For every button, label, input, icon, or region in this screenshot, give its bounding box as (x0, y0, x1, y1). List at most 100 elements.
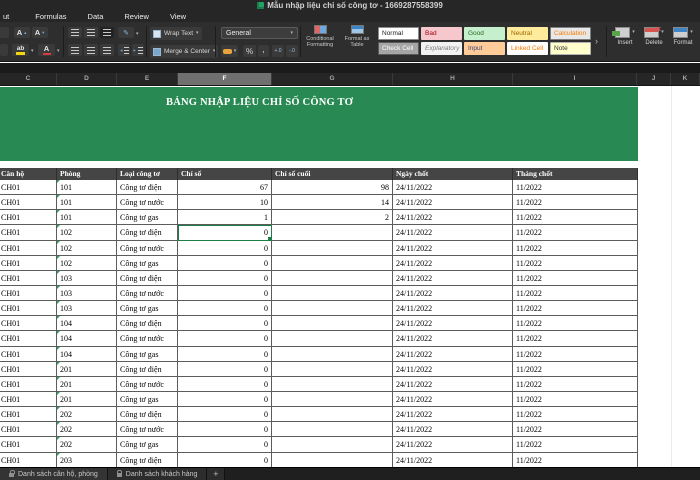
cell-reading[interactable]: 0 (178, 422, 272, 438)
cell-closing-date[interactable]: 24/11/2022 (393, 316, 513, 332)
cell-room[interactable]: 102 (57, 240, 117, 256)
increase-indent-button[interactable] (132, 44, 144, 56)
cell-final-reading[interactable] (272, 285, 393, 302)
cell-reading[interactable]: 10 (178, 195, 272, 211)
cell-meter-type[interactable]: Công tơ nước (117, 376, 178, 392)
cell-style-chip[interactable]: Good (464, 27, 505, 40)
align-top-button[interactable] (68, 27, 82, 38)
cell-final-reading[interactable]: 98 (272, 180, 393, 196)
cell-room[interactable]: 101 (57, 210, 117, 226)
table-header-cell[interactable]: Chỉ số cuối (272, 168, 393, 180)
cell-style-chip[interactable]: Explanatory T... (421, 42, 462, 55)
cell-room[interactable]: 104 (57, 346, 117, 362)
cell-meter-type[interactable]: Công tơ gas (117, 301, 178, 317)
align-left-button[interactable] (68, 44, 82, 56)
cell-reading[interactable]: 0 (178, 270, 272, 286)
sheet-grid[interactable]: BẢNG NHẬP LIỆU CHỈ SỐ CÔNG TƠ Căn hộ Phòn… (0, 86, 700, 467)
cell-apartment[interactable]: CH01 (0, 376, 57, 392)
cell-meter-type[interactable]: Công tơ điện (117, 225, 178, 241)
align-bottom-button[interactable] (100, 27, 114, 38)
cell-style-chip[interactable]: Bad (421, 27, 462, 40)
column-header[interactable]: K (671, 73, 700, 85)
cell-apartment[interactable]: CH01 (0, 225, 57, 241)
cell-reading[interactable]: 0 (178, 452, 272, 467)
menu-item[interactable]: Review (124, 12, 149, 21)
cell-room[interactable]: 201 (57, 391, 117, 408)
cell-apartment[interactable]: CH01 (0, 407, 57, 423)
cell-final-reading[interactable] (272, 407, 393, 423)
table-header-cell[interactable]: Tháng chốt (513, 168, 638, 180)
cell-reading[interactable]: 67 (178, 180, 272, 196)
cell-final-reading[interactable] (272, 316, 393, 332)
orientation-button[interactable]: ✎ (118, 27, 134, 38)
cell-apartment[interactable]: CH01 (0, 285, 57, 302)
column-header[interactable]: G (272, 73, 393, 85)
sheet-tab[interactable]: Danh sách căn hộ, phòng (0, 468, 108, 480)
cell-closing-date[interactable]: 24/11/2022 (393, 407, 513, 423)
cell-reading[interactable]: 0 (178, 331, 272, 347)
cell-reading[interactable]: 0 (178, 361, 272, 377)
cells-action-button[interactable]: Delete (641, 24, 667, 46)
cell-closing-month[interactable]: 11/2022 (513, 331, 638, 347)
cell-meter-type[interactable]: Công tơ nước (117, 285, 178, 302)
cell-meter-type[interactable]: Công tơ nước (117, 240, 178, 256)
orientation-dropdown[interactable] (136, 32, 139, 37)
cell-room[interactable]: 102 (57, 225, 117, 241)
cell-reading[interactable]: 0 (178, 346, 272, 362)
cell-closing-month[interactable]: 11/2022 (513, 452, 638, 467)
cell-closing-date[interactable]: 24/11/2022 (393, 285, 513, 302)
cell-closing-month[interactable]: 11/2022 (513, 316, 638, 332)
cell-closing-date[interactable]: 24/11/2022 (393, 376, 513, 392)
currency-button[interactable] (221, 45, 238, 57)
cell-closing-month[interactable]: 11/2022 (513, 255, 638, 271)
cell-final-reading[interactable] (272, 255, 393, 271)
cell-style-chip[interactable]: Normal (378, 27, 419, 40)
percent-button[interactable]: % (243, 45, 256, 57)
cell-closing-date[interactable]: 24/11/2022 (393, 452, 513, 467)
cell-meter-type[interactable]: Công tơ điện (117, 452, 178, 467)
align-middle-button[interactable] (84, 27, 98, 38)
increase-decimal-button[interactable]: +.0 (272, 45, 284, 57)
cell-closing-month[interactable]: 11/2022 (513, 195, 638, 211)
cell-final-reading[interactable] (272, 346, 393, 362)
cell-reading[interactable]: 1 (178, 210, 272, 226)
cell-reading[interactable]: 0 (178, 316, 272, 332)
cells-action-button[interactable]: Insert (612, 25, 638, 46)
cell-apartment[interactable]: CH01 (0, 240, 57, 256)
cell-closing-month[interactable]: 11/2022 (513, 346, 638, 362)
cell-room[interactable]: 103 (57, 285, 117, 302)
table-header-cell[interactable]: Chỉ số (178, 168, 272, 180)
menu-item[interactable]: Formulas (35, 12, 66, 21)
cell-reading[interactable]: 0 (178, 240, 272, 256)
highlight-dropdown[interactable] (31, 49, 34, 54)
align-right-button[interactable] (100, 44, 114, 56)
cell-apartment[interactable]: CH01 (0, 255, 57, 271)
cell-final-reading[interactable] (272, 391, 393, 408)
format-as-table-button[interactable]: Format as Table (340, 25, 374, 61)
cell-closing-date[interactable]: 24/11/2022 (393, 180, 513, 196)
cell-reading[interactable]: 0 (178, 391, 272, 408)
cell-closing-month[interactable]: 11/2022 (513, 301, 638, 317)
cell-room[interactable]: 202 (57, 437, 117, 453)
cell-room[interactable]: 103 (57, 301, 117, 317)
cell-apartment[interactable]: CH01 (0, 301, 57, 317)
number-format-dropdown[interactable] (290, 31, 293, 36)
cell-closing-month[interactable]: 11/2022 (513, 210, 638, 226)
cell-closing-month[interactable]: 11/2022 (513, 225, 638, 241)
cell-room[interactable]: 201 (57, 376, 117, 392)
align-center-button[interactable] (84, 44, 98, 56)
cell-apartment[interactable]: CH01 (0, 180, 57, 196)
cell-meter-type[interactable]: Công tơ điện (117, 270, 178, 286)
cell-closing-date[interactable]: 24/11/2022 (393, 255, 513, 271)
table-header-cell[interactable]: Loại công tơ (117, 168, 178, 180)
cell-room[interactable]: 202 (57, 407, 117, 423)
cell-meter-type[interactable]: Công tơ gas (117, 210, 178, 226)
cell-apartment[interactable]: CH01 (0, 270, 57, 286)
cell-apartment[interactable]: CH01 (0, 452, 57, 467)
cell-apartment[interactable]: CH01 (0, 422, 57, 438)
cell-meter-type[interactable]: Công tơ điện (117, 407, 178, 423)
cell-style-chip[interactable]: Neutral (507, 27, 548, 40)
cell-final-reading[interactable]: 2 (272, 210, 393, 226)
cell-closing-month[interactable]: 11/2022 (513, 180, 638, 196)
cell-style-chip[interactable]: Calculation (550, 27, 591, 40)
